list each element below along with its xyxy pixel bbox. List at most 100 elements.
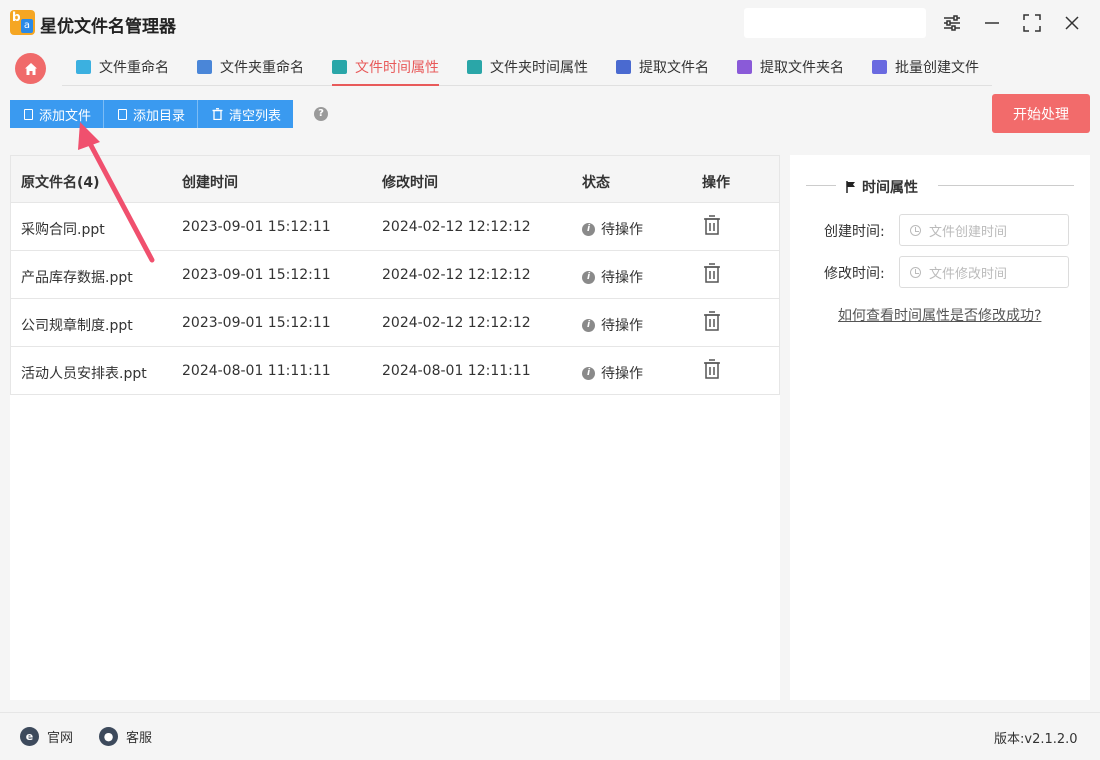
- tab-batch-create-files[interactable]: 批量创建文件: [872, 48, 979, 85]
- add-file-button[interactable]: 添加文件: [10, 100, 105, 128]
- header-filename: 原文件名(4): [21, 175, 100, 191]
- row-filename: 活动人员安排表.ppt: [21, 366, 147, 382]
- settings-sliders-icon[interactable]: [941, 12, 963, 34]
- support-label: 客服: [126, 731, 153, 746]
- folder-time-icon: [467, 59, 482, 74]
- minimize-icon[interactable]: [981, 12, 1003, 34]
- tab-label: 提取文件名: [639, 59, 709, 76]
- time-attributes-panel: 时间属性 创建时间: 文件创建时间 修改时间: 文件修改时间 如何查看时间属性是…: [790, 155, 1090, 700]
- help-icon[interactable]: ?: [314, 107, 328, 121]
- batch-create-icon: [872, 59, 887, 74]
- extract-file-icon: [616, 59, 631, 74]
- row-status: i 待操作: [582, 315, 643, 335]
- status-text: 待操作: [601, 270, 643, 286]
- app-logo-icon: ba: [10, 10, 35, 35]
- footer: e 官网 ● 客服 版本:v2.1.2.0: [0, 712, 1100, 760]
- row-modified: 2024-02-12 12:12:12: [382, 219, 531, 235]
- tab-label: 提取文件夹名: [760, 59, 844, 76]
- table-row[interactable]: 公司规章制度.ppt 2023-09-01 15:12:11 2024-02-1…: [10, 299, 780, 347]
- row-created: 2023-09-01 15:12:11: [182, 267, 331, 283]
- maximize-icon[interactable]: [1021, 12, 1043, 34]
- tab-extract-foldernames[interactable]: 提取文件夹名: [737, 48, 844, 85]
- flag-icon: [846, 181, 855, 193]
- tab-file-rename[interactable]: 文件重命名: [76, 48, 169, 85]
- info-icon: i: [582, 318, 595, 332]
- panel-title-text: 时间属性: [862, 180, 918, 196]
- tab-label: 文件夹时间属性: [490, 59, 588, 76]
- add-directory-button[interactable]: 添加目录: [104, 100, 199, 128]
- delete-row-icon[interactable]: [703, 215, 721, 235]
- clock-icon: [910, 224, 921, 236]
- modified-time-placeholder: 文件修改时间: [929, 266, 1008, 282]
- document-icon: [118, 108, 128, 120]
- modified-time-input[interactable]: 文件修改时间: [899, 256, 1069, 288]
- created-time-input[interactable]: 文件创建时间: [899, 214, 1069, 246]
- tab-extract-filenames[interactable]: 提取文件名: [616, 48, 709, 85]
- close-icon[interactable]: [1061, 12, 1083, 34]
- clock-icon: [910, 266, 921, 278]
- clear-list-button[interactable]: 清空列表: [198, 100, 294, 128]
- file-time-icon: [332, 59, 347, 74]
- row-status: i 待操作: [582, 219, 643, 239]
- created-time-placeholder: 文件创建时间: [929, 224, 1008, 240]
- row-status: i 待操作: [582, 267, 643, 287]
- trash-icon: [212, 108, 223, 120]
- info-icon: i: [582, 366, 595, 380]
- status-text: 待操作: [601, 318, 643, 334]
- divider: [938, 185, 1074, 186]
- clear-list-label: 清空列表: [229, 108, 282, 124]
- row-filename: 公司规章制度.ppt: [21, 318, 133, 334]
- delete-row-icon[interactable]: [703, 263, 721, 283]
- modified-time-label: 修改时间:: [824, 266, 885, 282]
- row-filename: 产品库存数据.ppt: [21, 270, 133, 286]
- table-row[interactable]: 采购合同.ppt 2023-09-01 15:12:11 2024-02-12 …: [10, 203, 780, 251]
- table-row[interactable]: 活动人员安排表.ppt 2024-08-01 11:11:11 2024-08-…: [10, 347, 780, 395]
- table-header: 原文件名(4) 创建时间 修改时间 状态 操作: [10, 155, 780, 203]
- browser-icon: e: [20, 727, 39, 746]
- created-time-label: 创建时间:: [824, 224, 885, 240]
- tab-label: 文件夹重命名: [220, 59, 304, 76]
- extract-folder-icon: [737, 59, 752, 74]
- table-row[interactable]: 产品库存数据.ppt 2023-09-01 15:12:11 2024-02-1…: [10, 251, 780, 299]
- version-text: 版本:v2.1.2.0: [994, 732, 1078, 747]
- header-modified: 修改时间: [382, 175, 438, 191]
- home-button[interactable]: [15, 53, 46, 84]
- divider: [806, 185, 836, 186]
- title-bar: ba 星优文件名管理器: [0, 0, 1100, 46]
- status-text: 待操作: [601, 222, 643, 238]
- support-link[interactable]: ● 客服: [99, 727, 152, 746]
- tab-label: 文件时间属性: [355, 59, 439, 76]
- tab-label: 批量创建文件: [895, 59, 979, 76]
- delete-row-icon[interactable]: [703, 359, 721, 379]
- row-filename: 采购合同.ppt: [21, 222, 105, 238]
- add-file-label: 添加文件: [39, 108, 92, 124]
- file-table: 原文件名(4) 创建时间 修改时间 状态 操作 采购合同.ppt 2023-09…: [10, 155, 780, 700]
- website-link[interactable]: e 官网: [20, 727, 73, 746]
- tab-label: 文件重命名: [99, 59, 169, 76]
- header-actions: 操作: [702, 175, 730, 191]
- document-icon: [24, 108, 33, 120]
- tab-folder-time-attributes[interactable]: 文件夹时间属性: [467, 48, 588, 85]
- file-rename-icon: [76, 59, 91, 74]
- tab-folder-rename[interactable]: 文件夹重命名: [197, 48, 304, 85]
- status-text: 待操作: [601, 366, 643, 382]
- title-search-box[interactable]: [744, 8, 926, 38]
- verify-help-link[interactable]: 如何查看时间属性是否修改成功?: [838, 305, 1041, 325]
- row-modified: 2024-02-12 12:12:12: [382, 315, 531, 331]
- tab-file-time-attributes[interactable]: 文件时间属性: [332, 48, 439, 86]
- delete-row-icon[interactable]: [703, 311, 721, 331]
- row-modified: 2024-08-01 12:11:11: [382, 363, 531, 379]
- home-icon: [24, 62, 37, 75]
- toolbar: 添加文件 添加目录 清空列表: [10, 100, 294, 128]
- folder-rename-icon: [197, 59, 212, 74]
- row-modified: 2024-02-12 12:12:12: [382, 267, 531, 283]
- header-created: 创建时间: [182, 175, 238, 191]
- info-icon: i: [582, 222, 595, 236]
- tab-bar: 文件重命名 文件夹重命名 文件时间属性 文件夹时间属性 提取文件名 提取文件夹名…: [62, 48, 992, 86]
- chat-icon: ●: [99, 727, 118, 746]
- row-created: 2023-09-01 15:12:11: [182, 219, 331, 235]
- row-status: i 待操作: [582, 363, 643, 383]
- header-status: 状态: [582, 175, 610, 191]
- app-title: 星优文件名管理器: [40, 17, 176, 37]
- start-processing-button[interactable]: 开始处理: [992, 94, 1090, 133]
